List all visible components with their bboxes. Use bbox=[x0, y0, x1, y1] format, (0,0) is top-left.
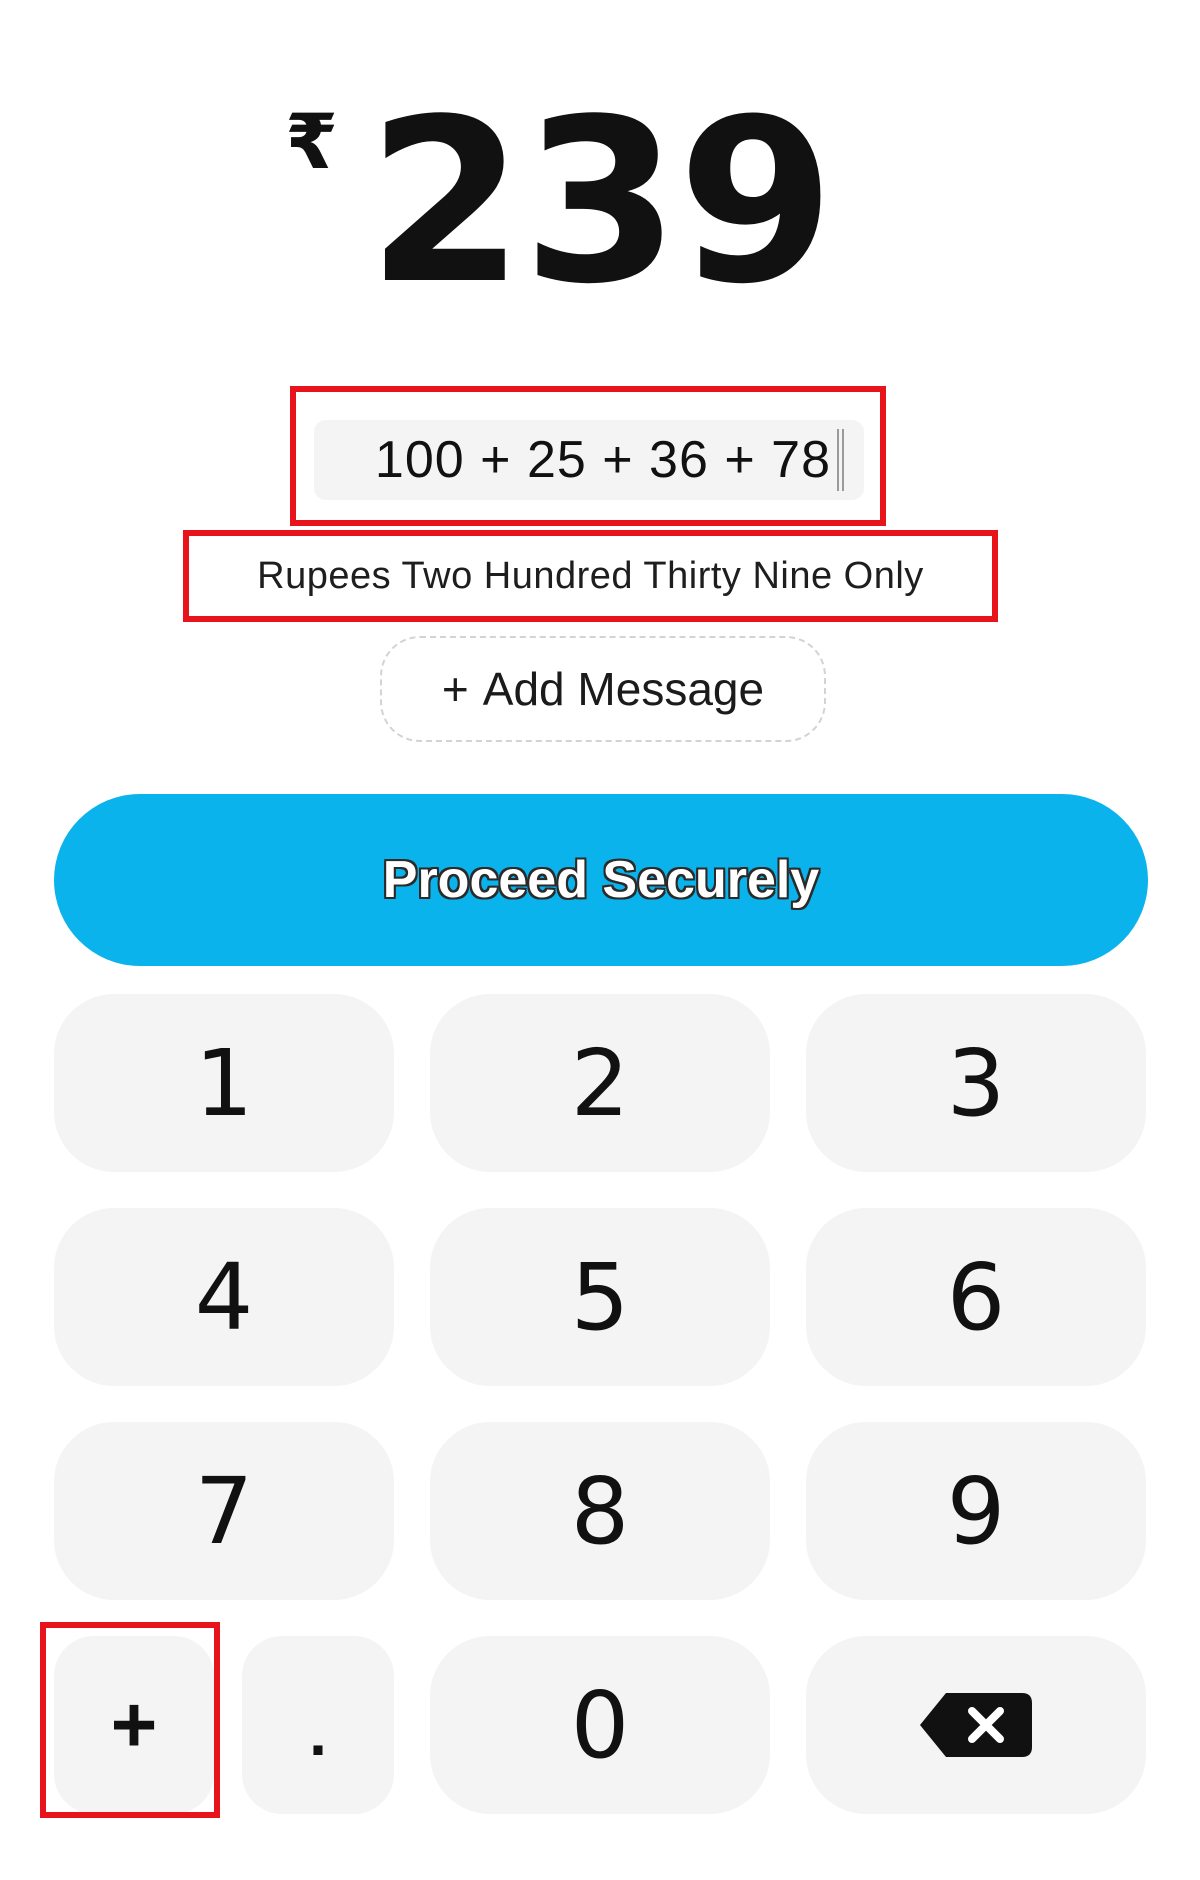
key-7[interactable]: 7 bbox=[54, 1422, 394, 1600]
backspace-icon bbox=[920, 1693, 1032, 1757]
expression-input[interactable]: 100 + 25 + 36 + 78 bbox=[314, 420, 864, 500]
add-message-label: Add Message bbox=[482, 663, 765, 715]
proceed-label: Proceed Securely bbox=[382, 851, 820, 909]
key-5[interactable]: 5 bbox=[430, 1208, 770, 1386]
amount-container: ₹ 239 bbox=[285, 90, 835, 316]
rupee-icon: ₹ bbox=[285, 97, 338, 186]
key-6[interactable]: 6 bbox=[806, 1208, 1146, 1386]
key-9[interactable]: 9 bbox=[806, 1422, 1146, 1600]
proceed-securely-button[interactable]: Proceed Securely bbox=[54, 794, 1148, 966]
key-3[interactable]: 3 bbox=[806, 994, 1146, 1172]
amount-value: 239 bbox=[367, 71, 835, 334]
text-cursor bbox=[837, 429, 844, 491]
key-0[interactable]: 0 bbox=[430, 1636, 770, 1814]
key-1[interactable]: 1 bbox=[54, 994, 394, 1172]
amount-in-words-highlight-box: Rupees Two Hundred Thirty Nine Only bbox=[183, 530, 998, 622]
amount-display: ₹ 239 bbox=[0, 90, 1200, 320]
backspace-button[interactable] bbox=[806, 1636, 1146, 1814]
expression-text: 100 + 25 + 36 + 78 bbox=[374, 431, 831, 489]
plus-icon: + bbox=[441, 663, 469, 715]
expression-highlight-box: 100 + 25 + 36 + 78 bbox=[290, 386, 886, 526]
key-plus[interactable]: + bbox=[54, 1636, 214, 1814]
key-8[interactable]: 8 bbox=[430, 1422, 770, 1600]
add-message-button[interactable]: + Add Message bbox=[380, 636, 826, 742]
key-4[interactable]: 4 bbox=[54, 1208, 394, 1386]
amount-in-words: Rupees Two Hundred Thirty Nine Only bbox=[257, 554, 924, 597]
key-decimal-point[interactable]: . bbox=[242, 1636, 394, 1814]
key-2[interactable]: 2 bbox=[430, 994, 770, 1172]
